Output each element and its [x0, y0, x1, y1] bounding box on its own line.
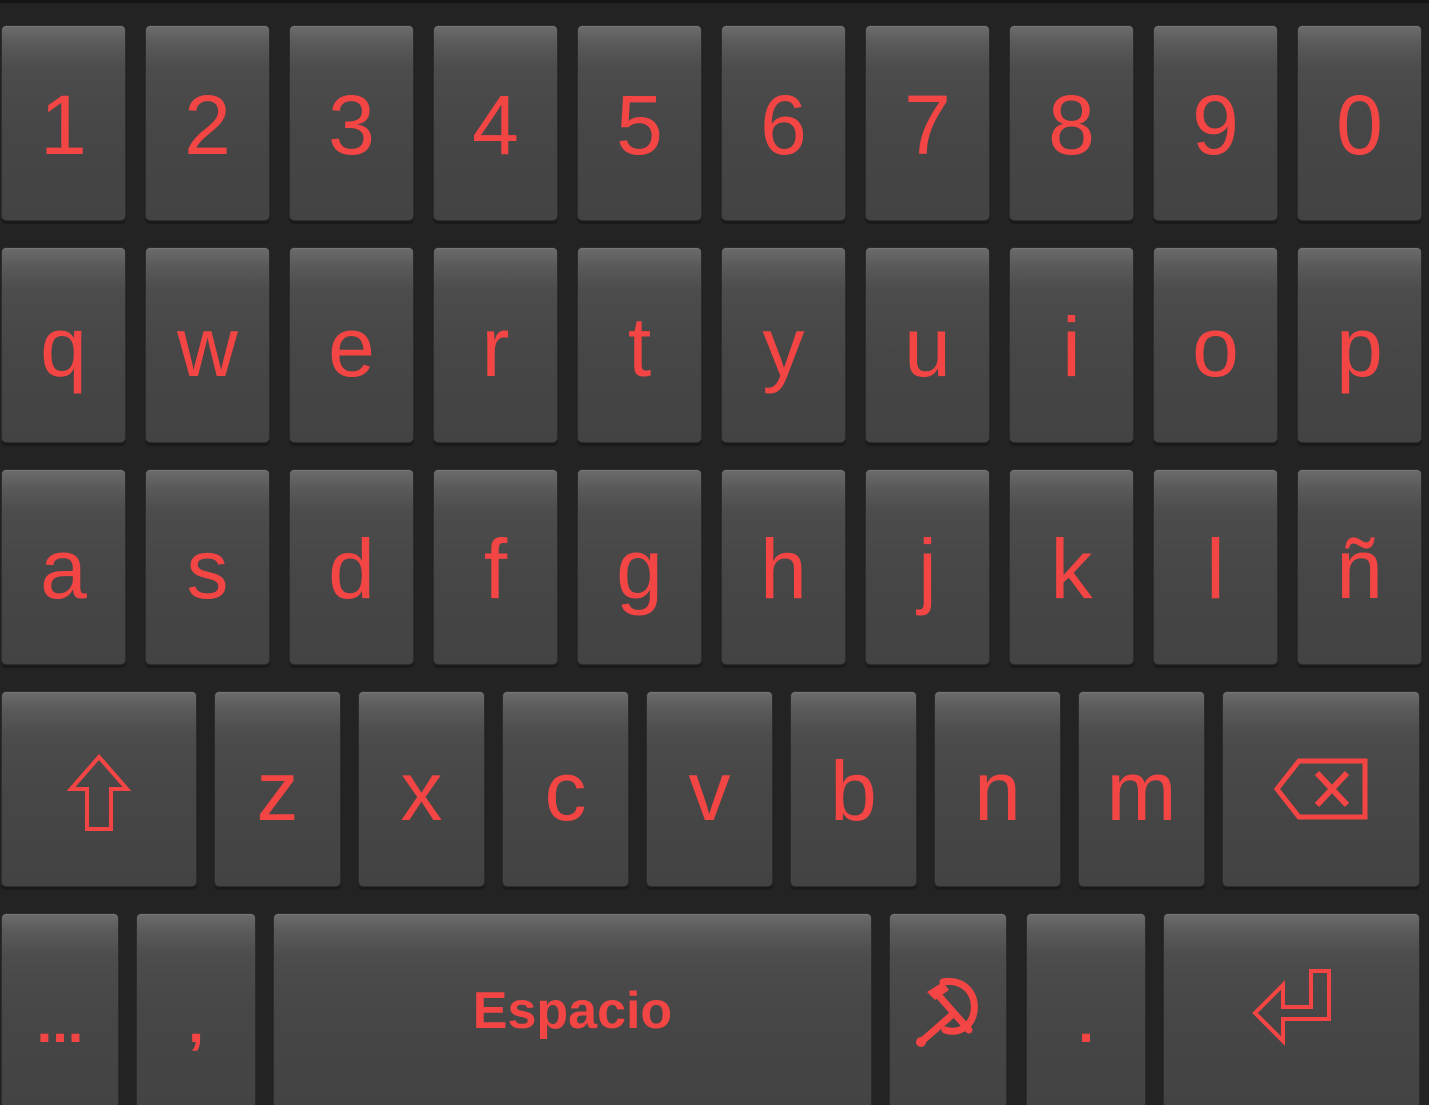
key-d-label: d [328, 522, 375, 616]
key-h-label: h [760, 522, 807, 616]
key-p-label: p [1336, 300, 1383, 394]
key-x[interactable]: x [358, 691, 485, 887]
key-z[interactable]: z [214, 691, 341, 887]
key-n[interactable]: n [934, 691, 1061, 887]
key-e-label: e [328, 300, 375, 394]
key-w-label: w [177, 300, 238, 394]
key-z-label: z [256, 744, 299, 838]
key-2-label: 2 [184, 78, 231, 172]
key-e[interactable]: e [289, 247, 414, 443]
key-7-label: 7 [904, 78, 951, 172]
key-s-label: s [186, 522, 229, 616]
key-l[interactable]: l [1153, 469, 1278, 665]
key-1-label: 1 [40, 78, 87, 172]
space-key[interactable]: Espacio [273, 913, 872, 1105]
key-1[interactable]: 1 [1, 25, 126, 221]
key-q[interactable]: q [1, 247, 126, 443]
key-9-label: 9 [1192, 78, 1239, 172]
key-m[interactable]: m [1078, 691, 1205, 887]
key-4[interactable]: 4 [433, 25, 558, 221]
key-m-label: m [1106, 744, 1177, 838]
key-a-label: a [40, 522, 87, 616]
key-n-label: n [974, 744, 1021, 838]
key-8-label: 8 [1048, 78, 1095, 172]
key-x-label: x [400, 744, 443, 838]
key-v[interactable]: v [646, 691, 773, 887]
key-c[interactable]: c [502, 691, 629, 887]
key-b[interactable]: b [790, 691, 917, 887]
key-l-label: l [1206, 522, 1225, 616]
more-symbols-key-label: ... [36, 991, 84, 1054]
comma-key-label: , [188, 991, 204, 1054]
key-j-label: j [918, 522, 937, 616]
key-3-label: 3 [328, 78, 375, 172]
key-j[interactable]: j [865, 469, 990, 665]
key-o[interactable]: o [1153, 247, 1278, 443]
enter-key[interactable] [1163, 913, 1420, 1105]
key-k-label: k [1050, 522, 1093, 616]
key-g-label: g [616, 522, 663, 616]
comma-key[interactable]: , [136, 913, 256, 1105]
shift-key[interactable] [1, 691, 197, 887]
key-g[interactable]: g [577, 469, 702, 665]
key-w[interactable]: w [145, 247, 270, 443]
on-screen-keyboard: 1 2 3 4 5 6 7 8 9 0 q w e r t y u i o p a s d f g h j k l ñ z x c v b n m...… [0, 0, 1429, 1105]
key-i[interactable]: i [1009, 247, 1134, 443]
key-i-label: i [1062, 300, 1081, 394]
key-7[interactable]: 7 [865, 25, 990, 221]
key-6[interactable]: 6 [721, 25, 846, 221]
enter-arrow-icon [1249, 967, 1335, 1051]
key-o-label: o [1192, 300, 1239, 394]
key-2[interactable]: 2 [145, 25, 270, 221]
key-y-label: y [762, 300, 805, 394]
key-b-label: b [830, 744, 877, 838]
backspace-icon [1273, 757, 1369, 821]
key-t[interactable]: t [577, 247, 702, 443]
key-8[interactable]: 8 [1009, 25, 1134, 221]
space-key-label: Espacio [472, 982, 673, 1040]
key-d[interactable]: d [289, 469, 414, 665]
key-6-label: 6 [760, 78, 807, 172]
key-k[interactable]: k [1009, 469, 1134, 665]
key-5-label: 5 [616, 78, 663, 172]
emblem-key[interactable] [889, 913, 1007, 1105]
key-n-tilde[interactable]: ñ [1297, 469, 1422, 665]
key-0-label: 0 [1336, 78, 1383, 172]
key-s[interactable]: s [145, 469, 270, 665]
key-p[interactable]: p [1297, 247, 1422, 443]
key-9[interactable]: 9 [1153, 25, 1278, 221]
shift-arrow-icon [67, 753, 131, 833]
period-key[interactable]: . [1026, 913, 1146, 1105]
key-t-label: t [627, 300, 652, 394]
key-c-label: c [544, 744, 587, 838]
key-u[interactable]: u [865, 247, 990, 443]
key-v-label: v [688, 744, 731, 838]
period-key-label: . [1078, 991, 1094, 1054]
key-n-tilde-label: ñ [1336, 522, 1383, 616]
key-r-label: r [481, 300, 510, 394]
key-q-label: q [40, 300, 87, 394]
backspace-key[interactable] [1222, 691, 1420, 887]
key-u-label: u [904, 300, 951, 394]
key-4-label: 4 [472, 78, 519, 172]
more-symbols-key[interactable]: ... [1, 913, 119, 1105]
key-3[interactable]: 3 [289, 25, 414, 221]
key-h[interactable]: h [721, 469, 846, 665]
key-y[interactable]: y [721, 247, 846, 443]
hammer-and-sickle-icon [913, 974, 983, 1048]
key-r[interactable]: r [433, 247, 558, 443]
key-f[interactable]: f [433, 469, 558, 665]
key-a[interactable]: a [1, 469, 126, 665]
key-0[interactable]: 0 [1297, 25, 1422, 221]
key-5[interactable]: 5 [577, 25, 702, 221]
key-f-label: f [483, 522, 508, 616]
